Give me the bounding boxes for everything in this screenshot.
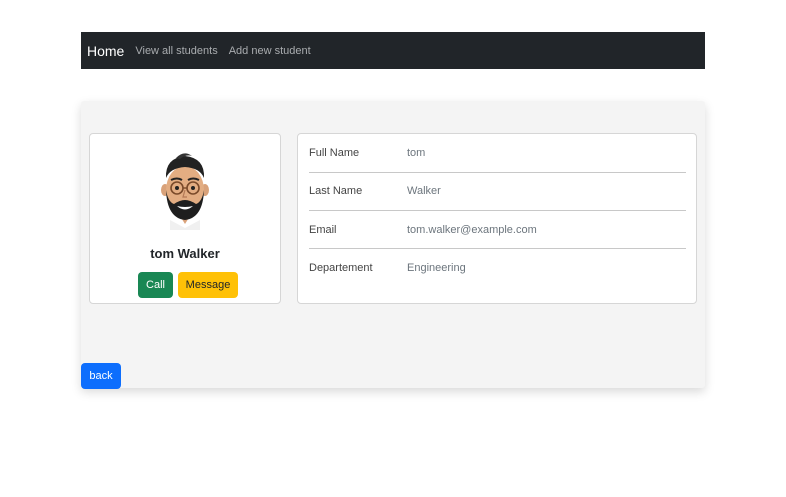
detail-label: Email [309,224,337,236]
call-button[interactable]: Call [138,272,173,298]
detail-label: Full Name [309,147,360,159]
detail-value: tom.walker@example.com [407,224,537,236]
detail-label: Departement [309,262,373,274]
avatar-icon [161,153,209,230]
detail-row-last-name: Last Name Walker [309,172,686,210]
detail-value: Engineering [407,262,466,274]
details-card: Full Name tom Last Name Walker Email tom… [297,133,697,304]
student-panel: tom Walker Call Message Full Name tom La… [81,101,705,388]
detail-value: Walker [407,185,441,197]
nav-view-all-students-link[interactable]: View all students [135,45,217,57]
detail-row-full-name: Full Name tom [309,134,686,172]
nav-add-new-student-link[interactable]: Add new student [229,45,311,57]
profile-card: tom Walker Call Message [89,133,281,304]
navbar: Home View all students Add new student [81,32,705,69]
detail-row-email: Email tom.walker@example.com [309,211,686,249]
profile-name: tom Walker [150,246,220,261]
message-button[interactable]: Message [178,272,238,298]
back-button[interactable]: back [81,363,121,389]
nav-home-link[interactable]: Home [87,43,124,59]
detail-row-department: Departement Engineering [309,249,686,287]
detail-value: tom [407,147,426,159]
detail-label: Last Name [309,185,363,197]
